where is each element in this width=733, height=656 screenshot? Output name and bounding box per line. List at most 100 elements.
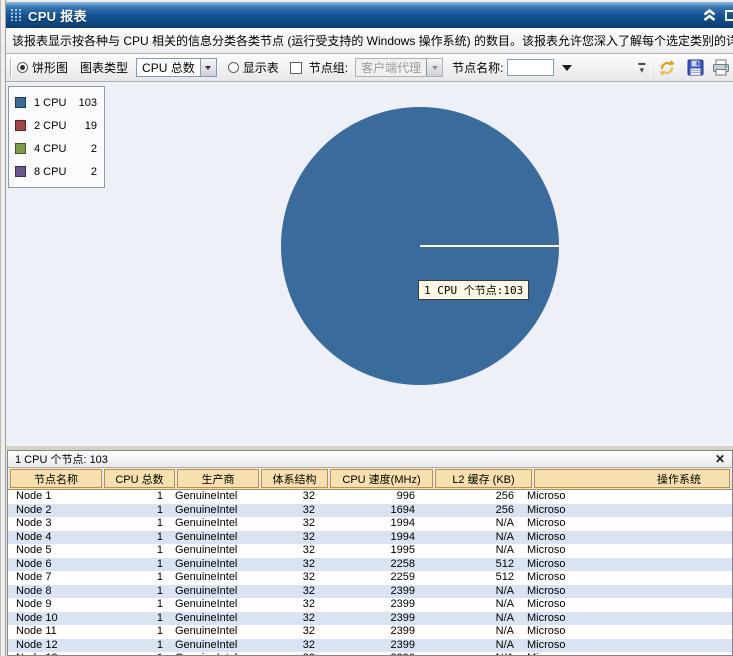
legend-item[interactable]: 2 CPU 19: [15, 114, 97, 137]
legend-item[interactable]: 4 CPU 2: [15, 137, 97, 160]
column-header-manufacturer[interactable]: 生产商: [177, 469, 259, 488]
table-row[interactable]: Node 12 1 GenuineIntel 32 2399 N/A Micro…: [8, 639, 732, 653]
cell-node-name: Node 4: [8, 531, 100, 545]
cell-os: Microso: [520, 625, 732, 639]
cell-architecture: 32: [253, 585, 320, 599]
cell-os: Microso: [520, 517, 732, 531]
cell-manufacturer: GenuineIntel: [171, 612, 253, 626]
cell-node-name: Node 6: [8, 558, 100, 572]
cell-cpu-count: 1: [100, 517, 171, 531]
legend-label: 1 CPU: [34, 97, 66, 109]
table-row[interactable]: Node 6 1 GenuineIntel 32 2258 512 Micros…: [8, 558, 732, 572]
table-row[interactable]: Node 9 1 GenuineIntel 32 2399 N/A Micros…: [8, 598, 732, 612]
cell-manufacturer: GenuineIntel: [171, 558, 253, 572]
cell-os: Microso: [520, 652, 732, 655]
table-row[interactable]: Node 11 1 GenuineIntel 32 2399 N/A Micro…: [8, 625, 732, 639]
cell-cpu-speed: 996: [320, 490, 423, 504]
node-name-input[interactable]: [507, 59, 554, 76]
cell-cpu-count: 1: [100, 531, 171, 545]
cell-cpu-count: 1: [100, 504, 171, 518]
toolbar: 饼形图 图表类型 CPU 总数 显示表 节点组: 客户端代理 节点名称: ▬▾: [6, 54, 733, 82]
cell-node-name: Node 13: [8, 652, 100, 655]
refresh-button[interactable]: [656, 58, 678, 78]
table-row[interactable]: Node 13 1 GenuineIntel 32 2399 N/A Micro…: [8, 652, 732, 655]
collapse-icon[interactable]: [702, 9, 717, 22]
column-header-l2-cache[interactable]: L2 缓存 (KB): [435, 469, 532, 488]
window-restore-icon[interactable]: [725, 10, 733, 21]
legend-item[interactable]: 1 CPU 103: [15, 91, 97, 114]
column-header-node-name[interactable]: 节点名称: [10, 469, 102, 488]
cell-architecture: 32: [253, 639, 320, 653]
cell-os: Microso: [520, 612, 732, 626]
cell-l2-cache: 512: [423, 571, 520, 585]
toolbar-grip[interactable]: [10, 59, 12, 77]
table-row[interactable]: Node 5 1 GenuineIntel 32 1995 N/A Micros…: [8, 544, 732, 558]
cell-architecture: 32: [253, 612, 320, 626]
table-header-row: 节点名称 CPU 总数 生产商 体系结构 CPU 速度(MHz) L2 缓存 (…: [8, 468, 732, 490]
node-name-dropdown-icon[interactable]: [562, 65, 572, 71]
node-group-dropdown-button[interactable]: [426, 59, 442, 76]
node-group-select[interactable]: 客户端代理: [355, 58, 443, 77]
chart-type-select[interactable]: CPU 总数: [136, 58, 217, 77]
title-bar[interactable]: CPU 报表: [6, 2, 733, 28]
legend-swatch-icon: [15, 120, 26, 131]
cell-os: Microso: [520, 558, 732, 572]
cell-architecture: 32: [253, 625, 320, 639]
table-row[interactable]: Node 3 1 GenuineIntel 32 1994 N/A Micros…: [8, 517, 732, 531]
cell-cpu-speed: 2399: [320, 625, 423, 639]
cell-l2-cache: N/A: [423, 585, 520, 599]
cell-cpu-count: 1: [100, 571, 171, 585]
cell-manufacturer: GenuineIntel: [171, 504, 253, 518]
cell-l2-cache: N/A: [423, 652, 520, 655]
table-row[interactable]: Node 8 1 GenuineIntel 32 2399 N/A Micros…: [8, 585, 732, 599]
table-row[interactable]: Node 4 1 GenuineIntel 32 1994 N/A Micros…: [8, 531, 732, 545]
chart-type-selected-value: CPU 总数: [137, 59, 200, 76]
node-name-label: 节点名称:: [452, 59, 503, 76]
table-row[interactable]: Node 2 1 GenuineIntel 32 1694 256 Micros…: [8, 504, 732, 518]
column-header-os[interactable]: 操作系统: [534, 469, 730, 488]
table-row[interactable]: Node 1 1 GenuineIntel 32 996 256 Microso: [8, 490, 732, 504]
cell-os: Microso: [520, 598, 732, 612]
cell-architecture: 32: [253, 544, 320, 558]
toolbar-overflow-button[interactable]: ▬▾: [638, 61, 645, 75]
table-row[interactable]: Node 10 1 GenuineIntel 32 2399 N/A Micro…: [8, 612, 732, 626]
pie-slice-boundary: [420, 245, 559, 247]
node-group-checkbox[interactable]: [290, 62, 302, 74]
pie-chart-radio[interactable]: [17, 62, 28, 73]
column-header-architecture[interactable]: 体系结构: [261, 469, 328, 488]
table-row[interactable]: Node 7 1 GenuineIntel 32 2259 512 Micros…: [8, 571, 732, 585]
cell-cpu-count: 1: [100, 558, 171, 572]
print-button[interactable]: [710, 58, 732, 78]
legend-value: 2: [91, 166, 97, 178]
save-icon: [687, 59, 704, 76]
legend-item[interactable]: 8 CPU 2: [15, 160, 97, 183]
chart-type-dropdown-button[interactable]: [200, 59, 216, 76]
cell-cpu-speed: 2259: [320, 571, 423, 585]
cell-node-name: Node 3: [8, 517, 100, 531]
cell-architecture: 32: [253, 558, 320, 572]
detail-panel: 1 CPU 个节点: 103 ✕ 节点名称 CPU 总数 生产商 体系结构 CP…: [7, 450, 733, 656]
cell-manufacturer: GenuineIntel: [171, 652, 253, 655]
legend-swatch-icon: [15, 143, 26, 154]
cell-os: Microso: [520, 571, 732, 585]
cell-node-name: Node 1: [8, 490, 100, 504]
report-description: 该报表显示按各种与 CPU 相关的信息分类各类节点 (运行受支持的 Window…: [6, 28, 733, 54]
cell-cpu-count: 1: [100, 490, 171, 504]
cell-node-name: Node 7: [8, 571, 100, 585]
cell-cpu-speed: 2258: [320, 558, 423, 572]
column-header-cpu-speed[interactable]: CPU 速度(MHz): [330, 469, 433, 488]
cell-architecture: 32: [253, 598, 320, 612]
cell-l2-cache: 512: [423, 558, 520, 572]
legend-swatch-icon: [15, 166, 26, 177]
save-button[interactable]: [684, 58, 706, 78]
column-header-cpu-count[interactable]: CPU 总数: [104, 469, 175, 488]
left-resize-gutter[interactable]: [0, 0, 6, 656]
show-table-radio[interactable]: [228, 62, 239, 73]
cell-cpu-count: 1: [100, 625, 171, 639]
toolbar-separator: [650, 58, 651, 78]
cell-l2-cache: N/A: [423, 625, 520, 639]
cell-architecture: 32: [253, 490, 320, 504]
cell-cpu-count: 1: [100, 652, 171, 655]
legend-value: 19: [85, 120, 97, 132]
close-icon[interactable]: ✕: [715, 453, 725, 465]
